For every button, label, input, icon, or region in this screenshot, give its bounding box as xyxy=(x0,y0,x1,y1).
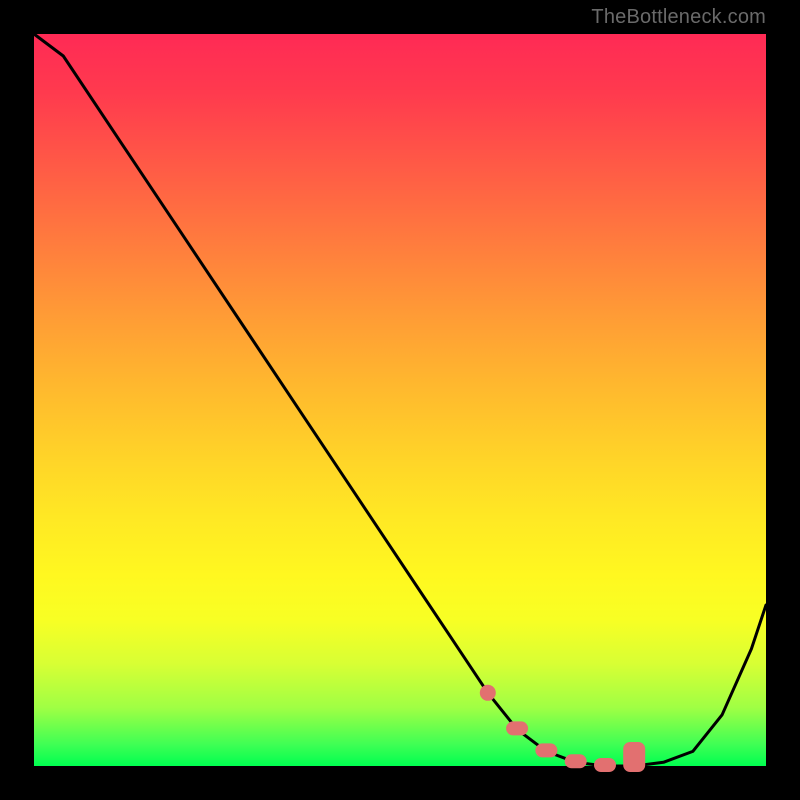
chart-frame: TheBottleneck.com xyxy=(0,0,800,800)
attribution-label: TheBottleneck.com xyxy=(591,6,766,29)
gradient-plot-area xyxy=(34,34,766,766)
